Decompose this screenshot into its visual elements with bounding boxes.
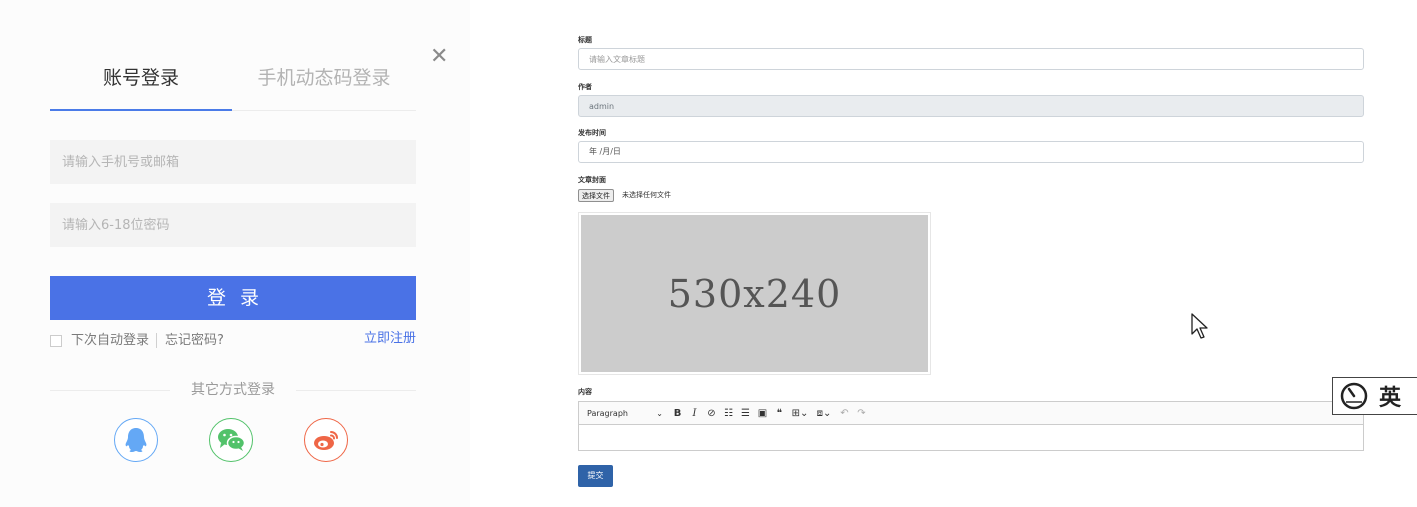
media-icon[interactable]: ⧈⌄ [812,408,836,419]
redo-icon[interactable]: ↷ [853,408,870,419]
link-icon[interactable]: ⊘ [703,408,720,419]
wechat-login-button[interactable] [209,418,253,462]
file-status-text: 未选择任何文件 [622,191,671,199]
paragraph-format-label: Paragraph [587,408,628,418]
cover-label: 文章封面 [578,176,606,184]
blockquote-icon[interactable]: ❝ [771,408,788,419]
content-editor[interactable] [578,425,1364,451]
mouse-cursor-icon [1191,313,1208,339]
qq-login-button[interactable] [114,418,158,462]
login-button[interactable]: 登录 [50,276,416,320]
chevron-down-icon: ⌄ [656,408,663,418]
cover-preview-image: 530x240 [581,215,928,372]
register-link[interactable]: 立即注册 [340,330,416,348]
divider-left [50,390,170,391]
speedometer-icon [1340,382,1368,410]
submit-button[interactable]: 提交 [578,465,613,487]
publish-date-label: 发布时间 [578,129,606,137]
divider-right [296,390,416,391]
paragraph-format-dropdown[interactable]: Paragraph ⌄ [579,409,669,418]
numbered-list-icon[interactable]: ☰ [737,408,754,419]
editor-toolbar: Paragraph ⌄ B I ⊘ ☷ ☰ ▣ ❝ ⊞⌄ ⧈⌄ ↶ ↷ [578,401,1364,425]
weibo-icon [314,431,338,450]
qq-icon [125,428,147,452]
other-login-heading: 其它方式登录 [191,382,275,398]
italic-icon[interactable]: I [686,408,703,419]
weibo-login-button[interactable] [304,418,348,462]
tab-account-login[interactable]: 账号登录 [50,64,232,92]
ime-indicator[interactable]: 英 [1332,377,1417,415]
remember-label[interactable]: 下次自动登录 [71,332,149,350]
content-label: 内容 [578,388,592,396]
cover-placeholder-text: 530x240 [667,271,842,316]
choose-file-button[interactable]: 选择文件 [578,189,614,202]
divider [156,333,157,348]
table-icon[interactable]: ⊞⌄ [788,408,812,419]
password-input[interactable] [50,203,416,247]
bulleted-list-icon[interactable]: ☷ [720,408,737,419]
forgot-password-link[interactable]: 忘记密码? [165,332,224,350]
author-input[interactable] [578,95,1364,117]
close-icon[interactable]: ✕ [430,46,448,68]
active-tab-indicator [50,109,232,111]
author-label: 作者 [578,83,592,91]
undo-icon[interactable]: ↶ [836,408,853,419]
tab-sms-login[interactable]: 手机动态码登录 [232,64,416,92]
publish-date-input[interactable]: 年 /月/日 [578,141,1364,163]
bold-icon[interactable]: B [669,408,686,419]
wechat-icon [218,429,245,451]
image-icon[interactable]: ▣ [754,408,771,419]
remember-checkbox[interactable] [50,335,62,347]
title-input[interactable] [578,48,1364,70]
title-label: 标题 [578,36,592,44]
account-input[interactable] [50,140,416,184]
ime-mode-label: 英 [1379,386,1402,411]
